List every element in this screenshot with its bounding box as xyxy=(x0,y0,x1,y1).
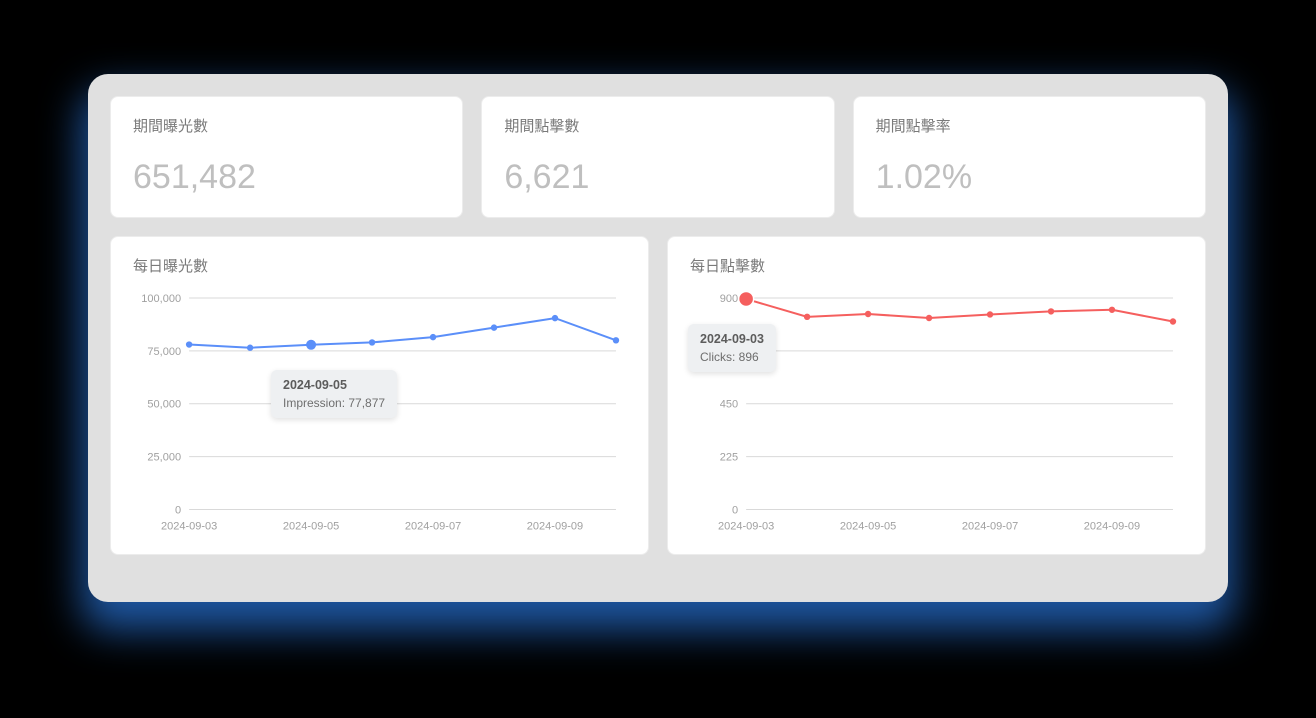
stat-label: 期間點擊數 xyxy=(504,115,811,136)
stat-value: 651,482 xyxy=(133,158,440,197)
chart-area-clicks[interactable]: 02254506759002024-09-032024-09-052024-09… xyxy=(686,284,1187,540)
svg-text:2024-09-05: 2024-09-05 xyxy=(840,520,896,532)
chart-title: 每日點擊數 xyxy=(690,255,1187,276)
svg-text:2024-09-07: 2024-09-07 xyxy=(962,520,1018,532)
line-chart-clicks: 02254506759002024-09-032024-09-052024-09… xyxy=(686,284,1187,540)
chart-tooltip-impressions: 2024-09-05 Impression: 77,877 xyxy=(271,370,397,418)
tooltip-value: Clicks: 896 xyxy=(700,350,764,364)
stat-label: 期間點擊率 xyxy=(876,115,1183,136)
chart-area-impressions[interactable]: 0 25,000 50,000 75,000 100,000 2024-09-03 2024… xyxy=(129,284,630,540)
svg-text:25,000: 25,000 xyxy=(147,452,181,464)
tooltip-date: 2024-09-03 xyxy=(700,332,764,346)
stat-card-ctr: 期間點擊率 1.02% xyxy=(853,96,1206,218)
chart-card-clicks: 每日點擊數 02254506759002024-09-032024-09-052… xyxy=(667,236,1206,555)
svg-text:2024-09-05: 2024-09-05 xyxy=(283,520,339,532)
chart-row: 每日曝光數 0 25,000 50,000 75,000 100,000 2024-09-… xyxy=(110,236,1206,555)
chart-tooltip-clicks: 2024-09-03 Clicks: 896 xyxy=(688,324,776,372)
tooltip-value: Impression: 77,877 xyxy=(283,396,385,410)
stat-label: 期間曝光數 xyxy=(133,115,440,136)
stat-card-impressions: 期間曝光數 651,482 xyxy=(110,96,463,218)
dashboard-frame: 期間曝光數 651,482 期間點擊數 6,621 期間點擊率 1.02% 每日… xyxy=(88,74,1228,602)
svg-text:50,000: 50,000 xyxy=(147,399,181,411)
svg-text:2024-09-09: 2024-09-09 xyxy=(1084,520,1140,532)
svg-text:100,000: 100,000 xyxy=(141,293,181,305)
chart-title: 每日曝光數 xyxy=(133,255,630,276)
svg-text:900: 900 xyxy=(720,293,738,305)
svg-text:0: 0 xyxy=(175,504,181,516)
svg-text:2024-09-07: 2024-09-07 xyxy=(405,520,461,532)
svg-text:2024-09-09: 2024-09-09 xyxy=(527,520,583,532)
stat-card-clicks: 期間點擊數 6,621 xyxy=(481,96,834,218)
svg-text:225: 225 xyxy=(720,452,738,464)
svg-text:0: 0 xyxy=(732,504,738,516)
stat-value: 6,621 xyxy=(504,158,811,197)
tooltip-date: 2024-09-05 xyxy=(283,378,385,392)
stat-row: 期間曝光數 651,482 期間點擊數 6,621 期間點擊率 1.02% xyxy=(110,96,1206,218)
stat-value: 1.02% xyxy=(876,158,1183,197)
svg-text:75,000: 75,000 xyxy=(147,346,181,358)
svg-text:2024-09-03: 2024-09-03 xyxy=(161,520,217,532)
svg-text:450: 450 xyxy=(720,399,738,411)
chart-card-impressions: 每日曝光數 0 25,000 50,000 75,000 100,000 2024-09-… xyxy=(110,236,649,555)
svg-text:2024-09-03: 2024-09-03 xyxy=(718,520,774,532)
